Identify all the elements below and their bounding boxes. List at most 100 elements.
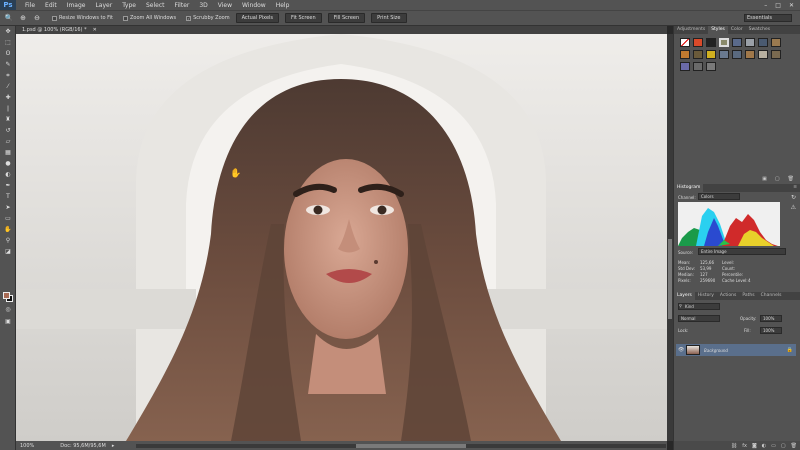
channel-select[interactable]: Colors [698, 193, 740, 200]
style-swatch[interactable] [706, 50, 716, 59]
tab-channels[interactable]: Channels [758, 292, 785, 300]
tab-actions[interactable]: Actions [717, 292, 739, 300]
zoom-all-windows-checkbox[interactable]: Zoom All Windows [123, 15, 176, 21]
horizontal-scroll-thumb[interactable] [356, 444, 466, 448]
filter-kind-select[interactable]: Kind [678, 303, 720, 310]
quick-select-tool-icon[interactable]: ✎ [0, 59, 16, 70]
fx-icon[interactable]: fx [742, 443, 747, 449]
menu-view[interactable]: View [213, 2, 237, 9]
new-style-icon[interactable]: ▣ [762, 176, 767, 182]
style-swatch[interactable] [693, 38, 703, 47]
print-size-button[interactable]: Print Size [371, 13, 407, 23]
new-group-icon[interactable]: ▭ [771, 443, 776, 449]
menu-help[interactable]: Help [271, 2, 295, 9]
panel-menu-icon[interactable]: ≡ [790, 184, 800, 192]
style-swatch[interactable] [732, 50, 742, 59]
clone-stamp-tool-icon[interactable]: ♜ [0, 114, 16, 125]
menu-window[interactable]: Window [237, 2, 271, 9]
rectangle-tool-icon[interactable]: ▭ [0, 213, 16, 224]
hand-tool-icon[interactable]: ✋ [0, 224, 16, 235]
maximize-icon[interactable]: □ [775, 2, 781, 9]
style-swatch[interactable] [758, 50, 768, 59]
zoom-level[interactable]: 100% [20, 443, 34, 449]
fill-screen-button[interactable]: Fill Screen [327, 13, 366, 23]
tab-histogram[interactable]: Histogram [674, 184, 704, 192]
status-menu-arrow-icon[interactable]: ▸ [112, 443, 115, 449]
menu-filter[interactable]: Filter [170, 2, 195, 9]
document-canvas[interactable]: ✋ [16, 34, 667, 441]
style-swatch[interactable] [771, 50, 781, 59]
lasso-tool-icon[interactable]: ʘ [0, 48, 16, 59]
delete-layer-icon[interactable]: 🗑 [791, 443, 797, 449]
fit-screen-button[interactable]: Fit Screen [285, 13, 322, 23]
style-swatch[interactable] [732, 38, 742, 47]
style-swatch[interactable] [706, 38, 716, 47]
trash-icon[interactable]: 🗑 [788, 176, 794, 182]
visibility-eye-icon[interactable]: 👁 [678, 347, 684, 353]
style-swatch[interactable] [719, 50, 729, 59]
menu-image[interactable]: Image [62, 2, 91, 9]
new-adjustment-icon[interactable]: ◐ [762, 443, 766, 449]
zoom-out-icon[interactable]: ⊖ [32, 13, 42, 23]
style-swatch[interactable] [719, 38, 729, 47]
doc-size[interactable]: Doc: 95,6M/95,6M [60, 443, 106, 449]
horizontal-scrollbar[interactable] [136, 444, 666, 448]
blend-mode-select[interactable]: Normal [678, 315, 720, 322]
brush-tool-icon[interactable]: ǀ [0, 103, 16, 114]
gradient-tool-icon[interactable]: ▦ [0, 147, 16, 158]
style-swatch[interactable] [745, 50, 755, 59]
marquee-tool-icon[interactable]: ⬚ [0, 37, 16, 48]
style-swatch[interactable] [693, 50, 703, 59]
screen-mode-icon[interactable]: ▣ [0, 316, 16, 327]
new-icon[interactable]: ▢ [775, 176, 780, 182]
tab-styles[interactable]: Styles [708, 26, 728, 34]
add-mask-icon[interactable]: ◙ [752, 443, 757, 449]
tab-swatches[interactable]: Swatches [746, 26, 774, 34]
tab-adjustments[interactable]: Adjustments [674, 26, 708, 34]
fill-input[interactable]: 100% [760, 327, 782, 334]
source-select[interactable]: Entire Image [698, 248, 786, 255]
close-tab-icon[interactable]: ✕ [93, 27, 97, 33]
menu-layer[interactable]: Layer [90, 2, 117, 9]
style-swatch[interactable] [771, 38, 781, 47]
zoom-tool-icon[interactable]: ⚲ [0, 235, 16, 246]
default-colors-icon[interactable]: ◪ [0, 246, 16, 257]
type-tool-icon[interactable]: T [0, 191, 16, 202]
layer-row-background[interactable]: 👁 Background 🔒 [676, 344, 796, 356]
tab-paths[interactable]: Paths [739, 292, 757, 300]
menu-edit[interactable]: Edit [40, 2, 62, 9]
menu-file[interactable]: File [20, 2, 40, 9]
document-tab[interactable]: 1.psd @ 100% (RGB/16) * ✕ [16, 26, 667, 34]
quick-mask-icon[interactable]: ◎ [0, 304, 16, 315]
style-swatch[interactable] [693, 62, 703, 71]
tab-layers[interactable]: Layers [674, 292, 695, 300]
crop-tool-icon[interactable]: ⌗ [0, 70, 16, 81]
style-swatch[interactable] [706, 62, 716, 71]
actual-pixels-button[interactable]: Actual Pixels [235, 13, 280, 23]
zoom-in-icon[interactable]: ⊕ [18, 13, 28, 23]
menu-3d[interactable]: 3D [194, 2, 212, 9]
move-tool-icon[interactable]: ✥ [0, 26, 16, 37]
healing-brush-tool-icon[interactable]: ✚ [0, 92, 16, 103]
tab-history[interactable]: History [695, 292, 717, 300]
minimize-icon[interactable]: – [764, 2, 767, 9]
new-layer-icon[interactable]: ▢ [781, 443, 786, 449]
resize-windows-checkbox[interactable]: Resize Windows to Fit [52, 15, 113, 21]
close-icon[interactable]: ✕ [789, 2, 794, 9]
vertical-scroll-thumb[interactable] [668, 239, 672, 319]
foreground-color-swatch[interactable] [3, 292, 10, 299]
dodge-tool-icon[interactable]: ◐ [0, 169, 16, 180]
refresh-icon[interactable]: ↻ [791, 194, 796, 201]
style-swatch[interactable] [680, 62, 690, 71]
scrubby-zoom-checkbox[interactable]: ✓ Scrubby Zoom [186, 15, 230, 21]
style-swatch[interactable] [680, 50, 690, 59]
history-brush-tool-icon[interactable]: ↺ [0, 125, 16, 136]
tab-color[interactable]: Color [728, 26, 746, 34]
style-swatch[interactable] [680, 38, 690, 47]
blur-tool-icon[interactable]: ● [0, 158, 16, 169]
workspace-select[interactable]: Essentials [744, 14, 792, 22]
eraser-tool-icon[interactable]: ▱ [0, 136, 16, 147]
zoom-tool-icon[interactable]: 🔍 [4, 13, 14, 23]
menu-type[interactable]: Type [117, 2, 141, 9]
pen-tool-icon[interactable]: ✒ [0, 180, 16, 191]
